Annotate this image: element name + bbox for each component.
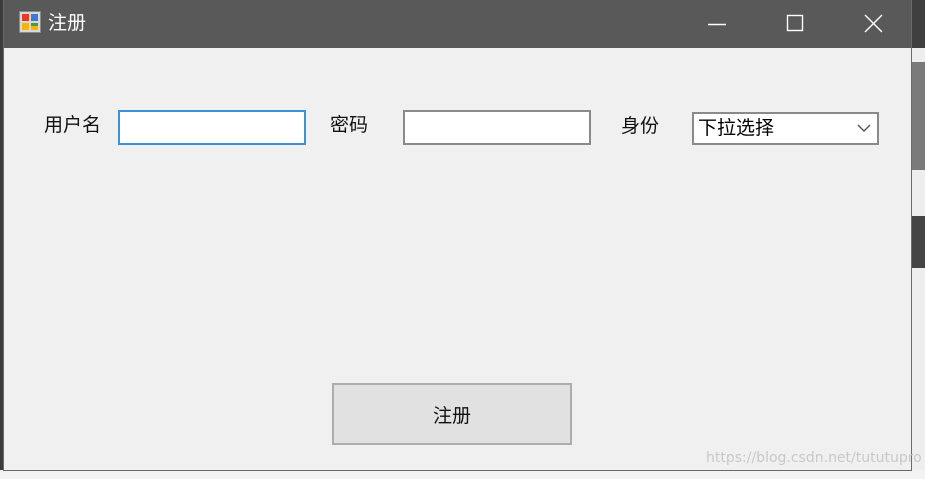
app-icon [19,11,41,33]
minimize-button[interactable] [678,0,756,48]
username-label: 用户名 [44,114,102,136]
background-right-segment [911,62,925,170]
watermark: https://blog.csdn.net/tututupro [706,450,922,466]
background-bottom [0,470,925,479]
chevron-down-icon [857,124,871,132]
role-dropdown[interactable]: 下拉选择 [692,112,879,145]
register-button[interactable]: 注册 [332,383,572,445]
maximize-icon [786,14,804,32]
window-title: 注册 [48,12,87,34]
maximize-button[interactable] [756,0,834,48]
title-bar[interactable]: 注册 [4,0,911,48]
background-right-segment [911,216,925,268]
background-right-segment [911,0,925,48]
password-label: 密码 [330,114,369,136]
close-button[interactable] [834,0,912,48]
role-label: 身份 [621,115,660,137]
close-icon [864,14,883,33]
username-input[interactable] [118,110,306,145]
minimize-icon [708,23,726,26]
password-input[interactable] [403,110,591,145]
role-dropdown-value: 下拉选择 [698,117,775,139]
register-window: 注册 用户名 密码 身份 下拉选择 注册 [4,0,911,470]
